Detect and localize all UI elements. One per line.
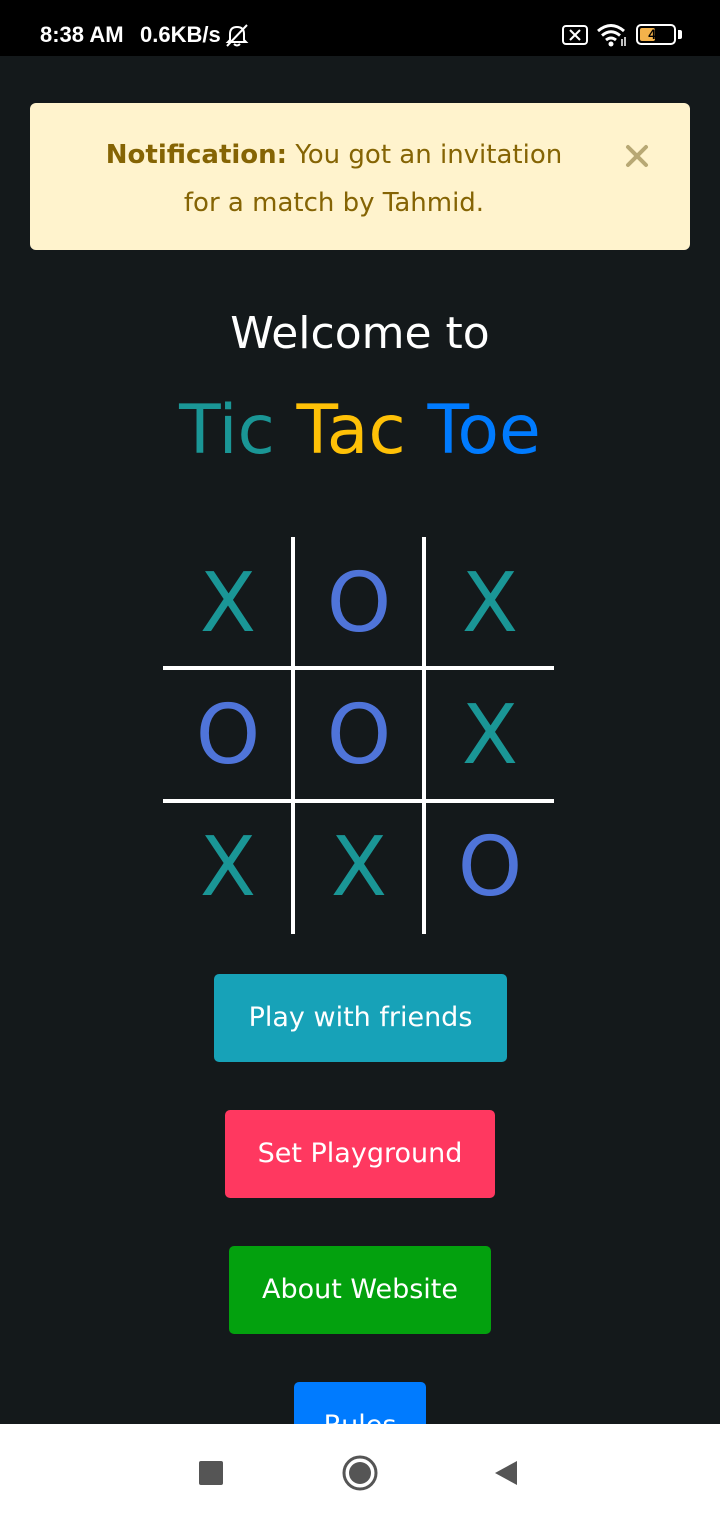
app-screen: 8:38 AM 0.6KB/s 46 Notification: You got…	[0, 0, 720, 1520]
back-triangle-icon[interactable]	[493, 1459, 519, 1491]
board-cell-4[interactable]: O	[163, 669, 293, 801]
board-cell-9[interactable]: O	[425, 801, 555, 933]
sim-off-icon	[562, 25, 588, 49]
board-cell-7[interactable]: X	[163, 801, 293, 933]
about-website-button[interactable]: About Website	[229, 1246, 491, 1334]
title-word-tic: Tic	[179, 391, 275, 470]
battery-tip	[678, 30, 682, 39]
close-icon[interactable]	[620, 139, 656, 175]
notification-label: Notification:	[105, 140, 288, 170]
notification-alert: Notification: You got an invitation for …	[30, 103, 690, 250]
battery-icon: 46	[636, 24, 676, 45]
recents-square-icon[interactable]	[199, 1461, 223, 1485]
notification-text: Notification: You got an invitation for …	[84, 131, 584, 227]
title-word-tac: Tac	[296, 391, 406, 470]
board-cell-1[interactable]: X	[163, 537, 293, 669]
status-bar: 8:38 AM 0.6KB/s 46	[0, 0, 720, 56]
system-nav-bar	[0, 1424, 720, 1520]
board-cell-8[interactable]: X	[294, 801, 424, 933]
home-circle-icon[interactable]	[341, 1454, 379, 1496]
title-word-toe: Toe	[427, 391, 541, 470]
set-playground-button[interactable]: Set Playground	[225, 1110, 495, 1198]
tic-tac-toe-board: X O X O O X X X O	[163, 537, 554, 934]
board-cell-6[interactable]: X	[425, 669, 555, 801]
network-speed: 0.6KB/s	[140, 22, 221, 47]
board-cell-2[interactable]: O	[294, 537, 424, 669]
wifi-icon	[596, 23, 628, 51]
welcome-heading: Welcome to	[230, 308, 490, 359]
status-time: 8:38 AM	[40, 22, 124, 47]
play-with-friends-button[interactable]: Play with friends	[214, 974, 507, 1062]
game-title: Tic Tac Toe	[0, 388, 720, 474]
board-cell-3[interactable]: X	[425, 537, 555, 669]
battery-level: 46	[648, 26, 664, 42]
board-cell-5[interactable]: O	[294, 669, 424, 801]
mute-bell-icon	[224, 22, 250, 52]
